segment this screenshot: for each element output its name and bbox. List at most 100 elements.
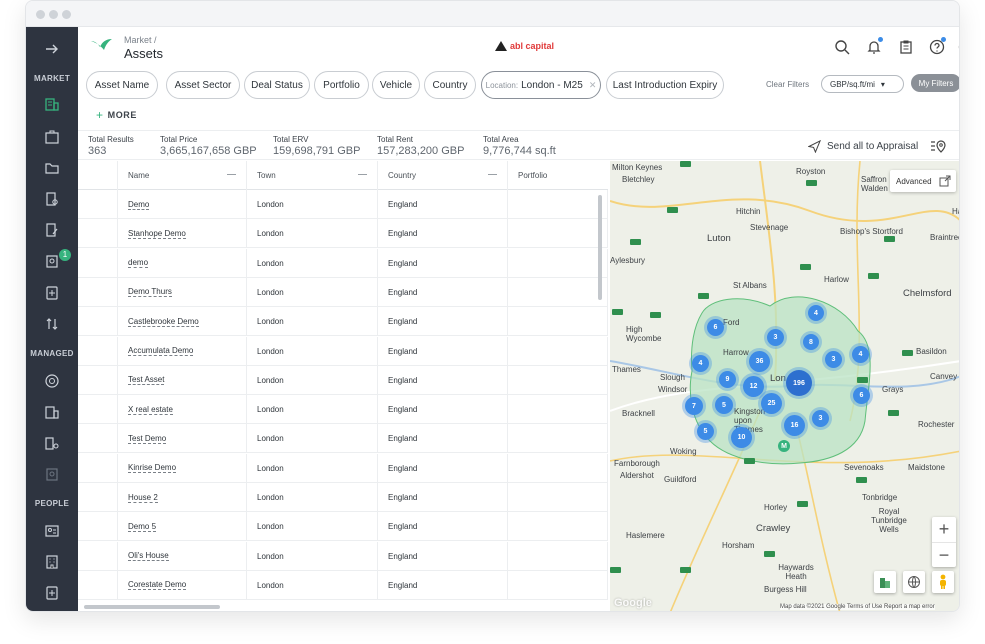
asset-name-link[interactable]: X real estate bbox=[118, 395, 247, 425]
asset-name-link[interactable]: Stanhope Demo bbox=[118, 219, 247, 249]
menu-icon[interactable] bbox=[227, 174, 236, 175]
asset-name-link[interactable]: Test Demo bbox=[118, 424, 247, 454]
asset-name-link[interactable]: Kinrise Demo bbox=[118, 453, 247, 483]
column-header-town[interactable]: Town bbox=[247, 161, 378, 190]
table-row[interactable]: Test Asset London England bbox=[78, 365, 608, 395]
asset-name-link-text[interactable]: Test Demo bbox=[128, 434, 167, 444]
advanced-map-button[interactable]: Advanced bbox=[890, 170, 956, 192]
asset-name-link-text[interactable]: X real estate bbox=[128, 405, 173, 415]
sidebar-item-add-file[interactable] bbox=[26, 579, 78, 607]
street-map-button[interactable] bbox=[874, 571, 896, 593]
vertical-scrollbar[interactable] bbox=[598, 195, 602, 300]
app-logo[interactable] bbox=[90, 38, 114, 57]
column-header-country[interactable]: Country bbox=[378, 161, 508, 190]
my-filters-button[interactable]: My Filters bbox=[911, 74, 959, 92]
table-row[interactable]: demo London England bbox=[78, 248, 608, 278]
filter-chip-vehicle[interactable]: Vehicle bbox=[372, 71, 420, 99]
sidebar-item-search-report[interactable]: 1 bbox=[26, 247, 78, 275]
profile-button[interactable] bbox=[956, 37, 959, 57]
window-maximize-dot[interactable] bbox=[62, 10, 71, 19]
map-cluster-marker[interactable]: 4 bbox=[808, 305, 824, 321]
breadcrumb[interactable]: Market / bbox=[124, 35, 157, 45]
search-button[interactable] bbox=[832, 37, 852, 57]
column-header-portfolio[interactable]: Portfolio bbox=[508, 161, 608, 190]
expand-sidebar-button[interactable] bbox=[26, 35, 78, 63]
street-view-button[interactable] bbox=[932, 571, 954, 593]
close-icon[interactable]: ✕ bbox=[589, 80, 597, 91]
map-cluster-marker[interactable]: 4 bbox=[852, 346, 869, 363]
asset-name-link[interactable]: Corestate Demo bbox=[118, 570, 247, 600]
send-all-to-appraisal-button[interactable]: Send all to Appraisal bbox=[808, 140, 918, 153]
table-row[interactable]: Accumulata Demo London England bbox=[78, 336, 608, 366]
clear-filters-link[interactable]: Clear Filters bbox=[766, 80, 809, 89]
map-cluster-marker[interactable]: 8 bbox=[803, 334, 819, 350]
asset-name-link-text[interactable]: Demo bbox=[128, 200, 150, 210]
horizontal-scrollbar[interactable] bbox=[84, 605, 220, 609]
table-row[interactable]: Test Demo London England bbox=[78, 424, 608, 454]
zoom-in-button[interactable]: + bbox=[932, 517, 956, 542]
table-row[interactable]: Demo 5 London England bbox=[78, 512, 608, 542]
filter-chip-asset-name[interactable]: Asset Name bbox=[86, 71, 158, 99]
asset-name-link-text[interactable]: Accumulata Demo bbox=[128, 346, 194, 356]
sidebar-item-document-search[interactable] bbox=[26, 185, 78, 213]
menu-icon[interactable] bbox=[488, 174, 497, 175]
column-header-name[interactable]: Name bbox=[118, 161, 247, 190]
map-single-marker[interactable]: M bbox=[778, 440, 790, 452]
table-row[interactable]: House 2 London England bbox=[78, 483, 608, 512]
map-view[interactable]: Milton Keynes Bletchley Royston Saffron … bbox=[610, 161, 959, 611]
map-cluster-marker[interactable]: 36 bbox=[749, 351, 770, 372]
asset-name-link[interactable]: Demo 5 bbox=[118, 512, 247, 542]
table-row[interactable]: Demo London England bbox=[78, 190, 608, 219]
unit-select[interactable]: GBP/sq.ft/mi ▾ bbox=[821, 75, 904, 93]
map-cluster-marker[interactable]: 3 bbox=[767, 329, 784, 346]
more-filters-button[interactable]: + MORE bbox=[96, 108, 137, 122]
map-cluster-marker[interactable]: 25 bbox=[761, 393, 782, 414]
filter-chip-portfolio[interactable]: Portfolio bbox=[314, 71, 369, 99]
map-attribution[interactable]: Map data ©2021 Google Terms of Use Repor… bbox=[780, 604, 935, 610]
map-cluster-marker[interactable]: 6 bbox=[707, 319, 724, 336]
window-minimize-dot[interactable] bbox=[49, 10, 58, 19]
asset-name-link[interactable]: Castlebrooke Demo bbox=[118, 307, 247, 337]
map-cluster-marker[interactable]: 5 bbox=[715, 396, 733, 414]
sidebar-item-target[interactable] bbox=[26, 367, 78, 395]
asset-name-link-text[interactable]: Oli's House bbox=[128, 551, 169, 562]
asset-name-link[interactable]: demo bbox=[118, 248, 247, 278]
asset-name-link[interactable]: Oli's House bbox=[118, 541, 247, 571]
asset-name-link-text[interactable]: Stanhope Demo bbox=[128, 229, 186, 239]
table-row[interactable]: Castlebrooke Demo London England bbox=[78, 307, 608, 337]
sidebar-item-report[interactable] bbox=[26, 460, 78, 488]
asset-name-link-text[interactable]: Corestate Demo bbox=[128, 580, 187, 591]
asset-name-link[interactable]: Demo bbox=[118, 190, 247, 219]
map-cluster-marker[interactable]: 4 bbox=[692, 355, 709, 372]
sidebar-item-sort[interactable] bbox=[26, 310, 78, 338]
filter-chip-deal-status[interactable]: Deal Status bbox=[244, 71, 310, 99]
sidebar-item-add-document[interactable] bbox=[26, 279, 78, 307]
filter-chip-location[interactable]: Location: London - M25 ✕ bbox=[481, 71, 601, 99]
menu-icon[interactable] bbox=[358, 174, 367, 175]
table-row[interactable]: Demo Thurs London England bbox=[78, 277, 608, 307]
asset-name-link-text[interactable]: Test Asset bbox=[128, 375, 165, 386]
map-cluster-marker[interactable]: 7 bbox=[685, 397, 703, 415]
map-cluster-marker[interactable]: 16 bbox=[784, 415, 805, 436]
asset-name-link-text[interactable]: Demo 5 bbox=[128, 522, 157, 532]
table-row[interactable]: Stanhope Demo London England bbox=[78, 219, 608, 249]
map-cluster-marker[interactable]: 3 bbox=[825, 351, 842, 368]
map-cluster-marker[interactable]: 3 bbox=[812, 410, 829, 427]
clipboard-button[interactable] bbox=[896, 37, 916, 57]
filter-chip-country[interactable]: Country bbox=[424, 71, 476, 99]
asset-name-link-text[interactable]: Demo Thurs bbox=[128, 287, 172, 298]
sidebar-item-folders[interactable] bbox=[26, 154, 78, 182]
asset-name-link[interactable]: House 2 bbox=[118, 483, 247, 512]
notifications-button[interactable] bbox=[864, 37, 884, 57]
satellite-map-button[interactable] bbox=[903, 571, 925, 593]
table-row[interactable]: Oli's House London England bbox=[78, 541, 608, 571]
sidebar-item-contacts[interactable] bbox=[26, 517, 78, 545]
map-cluster-marker[interactable]: 6 bbox=[853, 387, 870, 404]
asset-name-link-text[interactable]: House 2 bbox=[128, 493, 158, 503]
table-row[interactable]: Corestate Demo London England bbox=[78, 570, 608, 600]
asset-name-link-text[interactable]: demo bbox=[128, 258, 149, 269]
asset-name-link-text[interactable]: Kinrise Demo bbox=[128, 463, 177, 474]
map-cluster-marker[interactable]: 9 bbox=[719, 371, 736, 388]
asset-name-link[interactable]: Test Asset bbox=[118, 365, 247, 395]
map-list-toggle-button[interactable] bbox=[930, 138, 946, 159]
